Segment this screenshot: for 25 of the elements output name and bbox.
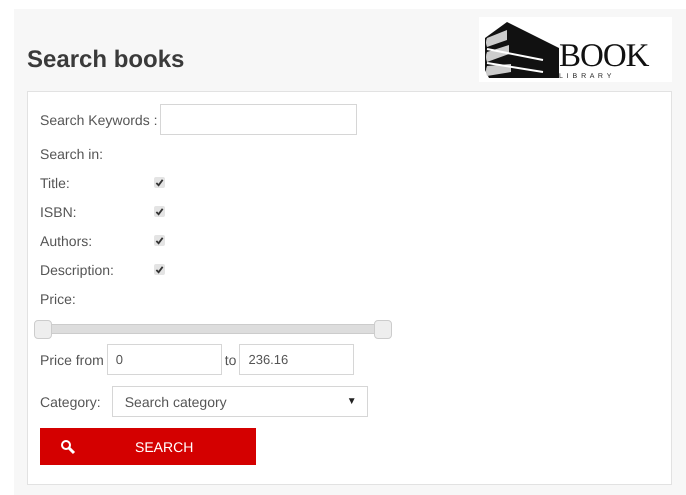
option-label: ISBN: [40, 204, 78, 220]
checkbox[interactable] [154, 206, 165, 217]
search-icon [60, 438, 76, 454]
field-label: to [224, 352, 236, 368]
slider-handle[interactable] [34, 320, 52, 339]
option-label: Title: [40, 174, 71, 190]
price-to-input[interactable]: 236.16 [239, 344, 354, 375]
section-label: Price: [40, 290, 76, 306]
field-label: Category: [40, 394, 101, 410]
checkbox[interactable] [154, 177, 165, 188]
slider-handle[interactable] [374, 320, 392, 339]
price-range-slider[interactable] [34, 320, 392, 339]
option-label: Description: [40, 262, 115, 278]
section-label: Search in: [40, 146, 104, 162]
price-from-input[interactable]: 0 [106, 344, 222, 375]
logo-wordmark: BOOK [559, 41, 649, 71]
checkbox[interactable] [154, 235, 165, 246]
search-button[interactable]: SEARCH [40, 428, 256, 465]
keywords-input[interactable] [160, 104, 356, 135]
field-label: Price from [40, 352, 104, 368]
option-label: Authors: [40, 232, 94, 248]
checkbox[interactable] [154, 264, 165, 275]
page-title: Search books [27, 46, 184, 74]
field-label: Search Keywords : [40, 112, 158, 128]
category-select[interactable]: Search category ▼ [112, 386, 368, 417]
